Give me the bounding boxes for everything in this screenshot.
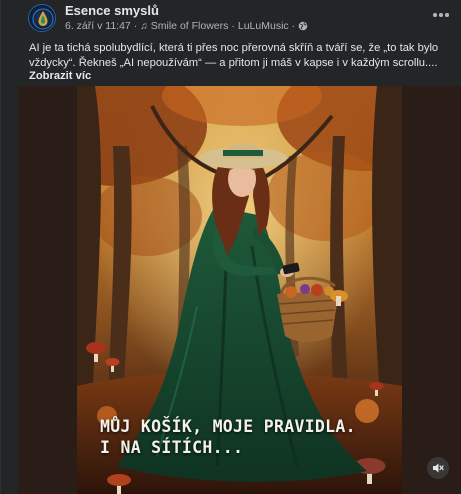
post-header: Esence smyslů 6. září v 11:47 · ♫ Smile … bbox=[1, 0, 461, 40]
more-options-icon bbox=[432, 13, 450, 17]
page-name[interactable]: Esence smyslů bbox=[65, 3, 159, 18]
meta-separator: · bbox=[133, 20, 138, 32]
overlay-line: I NA SÍTÍCH... bbox=[100, 438, 244, 457]
meta-separator: · bbox=[291, 20, 296, 32]
drop-logo-icon bbox=[32, 8, 54, 30]
post-card: Esence smyslů 6. září v 11:47 · ♫ Smile … bbox=[0, 0, 461, 494]
caption-line: AI je ta tichá spolubydlící, která ti př… bbox=[29, 42, 439, 54]
more-options-button[interactable] bbox=[429, 6, 453, 24]
see-more-link[interactable]: Zobrazit víc bbox=[29, 70, 91, 82]
speaker-muted-icon bbox=[433, 463, 444, 473]
music-artist[interactable]: LuLuMusic bbox=[238, 20, 289, 32]
caption-line: vždycky“. Řekneš „AI nepoužívám“ — a při… bbox=[29, 56, 438, 69]
globe-icon[interactable] bbox=[298, 21, 308, 31]
meta-separator: · bbox=[231, 20, 235, 32]
mute-toggle-button[interactable] bbox=[427, 457, 449, 479]
post-meta: 6. září v 11:47 · ♫ Smile of Flowers · L… bbox=[65, 20, 308, 32]
page-avatar[interactable] bbox=[28, 4, 56, 32]
post-image[interactable]: MŮJ KOŠÍK, MOJE PRAVIDLA. I NA SÍTÍCH... bbox=[18, 86, 461, 494]
music-note-icon: ♫ bbox=[140, 20, 148, 32]
image-overlay-text: MŮJ KOŠÍK, MOJE PRAVIDLA. I NA SÍTÍCH... bbox=[100, 416, 356, 458]
post-date[interactable]: 6. září v 11:47 bbox=[65, 20, 131, 32]
post-caption: AI je ta tichá spolubydlící, která ti př… bbox=[29, 41, 457, 70]
music-track[interactable]: Smile of Flowers bbox=[151, 20, 229, 32]
image-letterbox bbox=[18, 86, 77, 494]
image-letterbox bbox=[402, 86, 461, 494]
overlay-line: MŮJ KOŠÍK, MOJE PRAVIDLA. bbox=[100, 417, 356, 436]
